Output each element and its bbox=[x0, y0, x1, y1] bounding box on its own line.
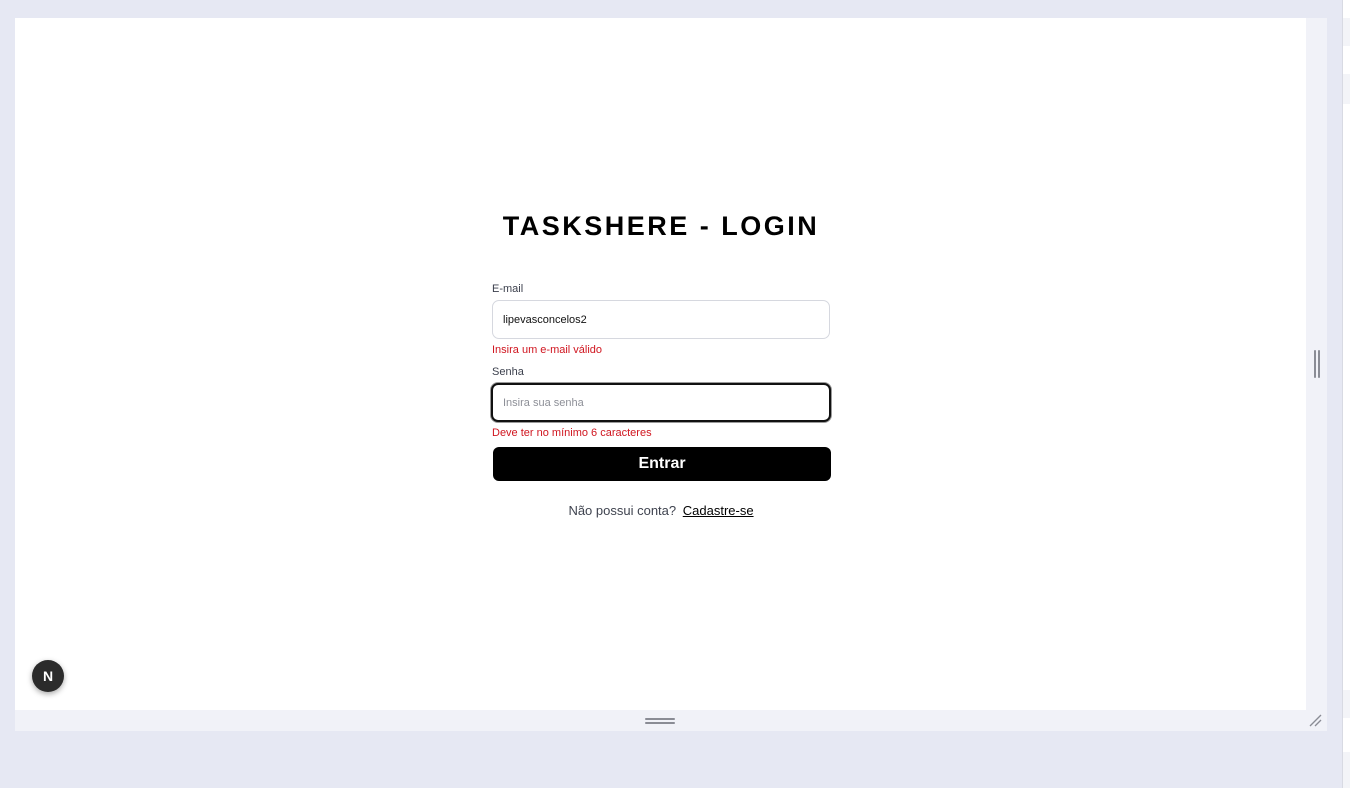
nextjs-icon: N bbox=[42, 668, 54, 684]
signup-prompt-text: Não possui conta? bbox=[568, 503, 677, 518]
signup-prompt: Não possui conta? Cadastre-se bbox=[492, 503, 830, 518]
email-field[interactable] bbox=[492, 300, 830, 339]
login-submit-button[interactable]: Entrar bbox=[493, 447, 831, 481]
signup-link[interactable]: Cadastre-se bbox=[683, 503, 754, 518]
resize-corner-icon[interactable] bbox=[1308, 713, 1322, 727]
device-viewport-frame: TASKSHERE - LOGIN E-mail Insira um e-mai… bbox=[15, 18, 1327, 731]
password-label: Senha bbox=[492, 366, 524, 378]
side-panel-edge bbox=[1342, 0, 1350, 788]
page-title: TASKSHERE - LOGIN bbox=[502, 211, 820, 241]
login-page: TASKSHERE - LOGIN E-mail Insira um e-mai… bbox=[15, 18, 1306, 710]
email-error-message: Insira um e-mail válido bbox=[492, 344, 603, 356]
nextjs-dev-indicator-button[interactable]: N bbox=[32, 660, 64, 692]
password-error-message: Deve ter no mínimo 6 caracteres bbox=[492, 427, 652, 439]
viewport-height-resize-handle[interactable] bbox=[645, 718, 675, 724]
password-field[interactable] bbox=[491, 383, 831, 422]
login-form: TASKSHERE - LOGIN E-mail Insira um e-mai… bbox=[491, 206, 831, 518]
email-label: E-mail bbox=[492, 283, 524, 295]
viewport-width-resize-handle[interactable] bbox=[1314, 350, 1320, 378]
